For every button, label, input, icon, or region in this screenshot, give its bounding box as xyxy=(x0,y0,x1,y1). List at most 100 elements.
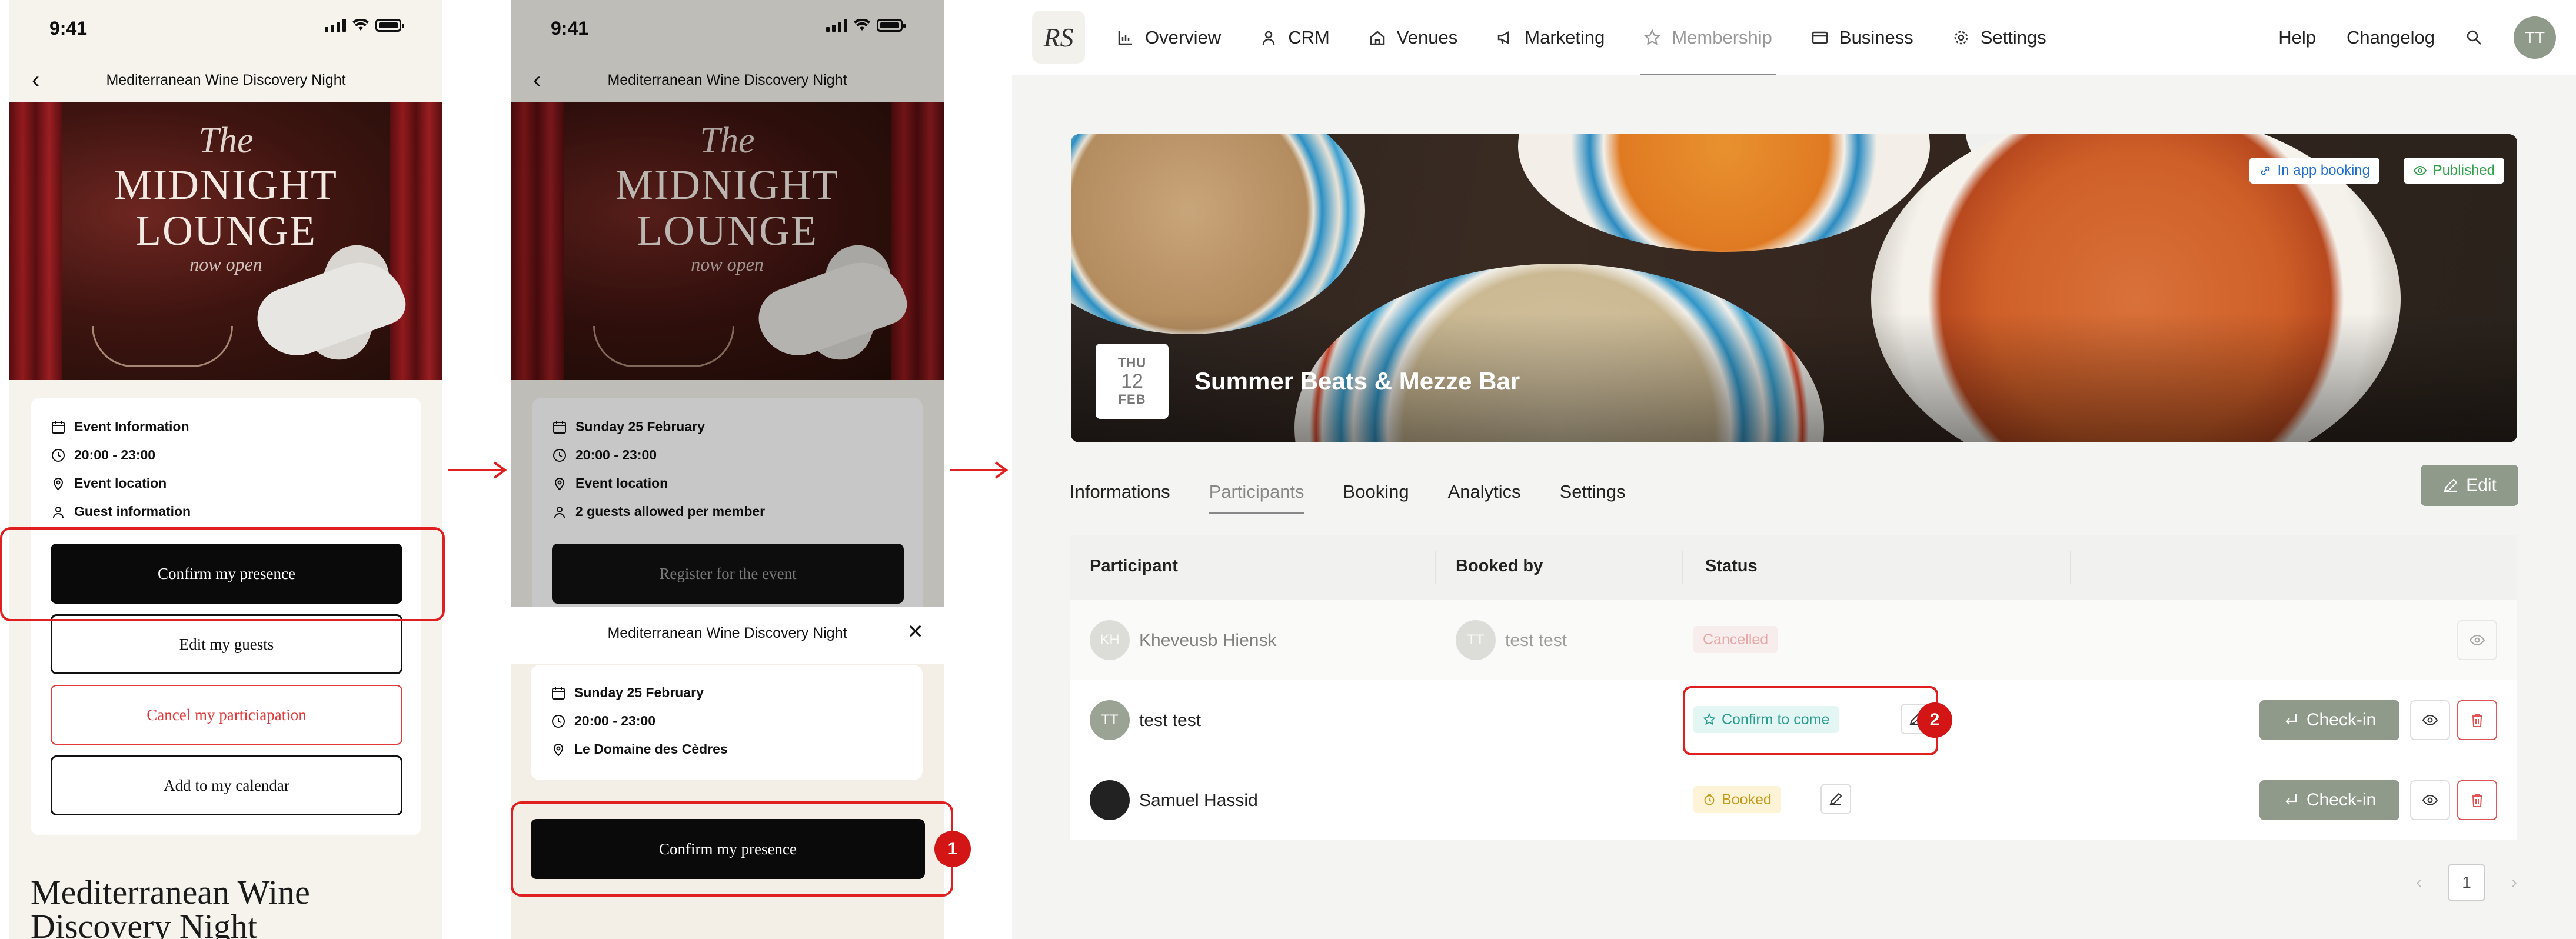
booked-by-name: test test xyxy=(1505,631,1567,650)
info-row-location: Event location xyxy=(51,475,167,491)
top-navbar: RS Overview CRM Venues Marketing Members… xyxy=(1012,0,2576,75)
sheet-title: Mediterranean Wine Discovery Night xyxy=(607,625,847,641)
edit-guests-button[interactable]: Edit my guests xyxy=(51,614,402,674)
link-icon xyxy=(2261,166,2269,175)
clock-icon xyxy=(551,714,566,729)
highlight-sheet-confirm xyxy=(511,801,953,897)
eye-icon xyxy=(2469,634,2485,646)
highlight-confirm-presence xyxy=(0,527,445,621)
nav-item-marketing[interactable]: Marketing xyxy=(1496,0,1605,75)
hero-logo-text: The MIDNIGHT LOUNGE now open xyxy=(114,121,338,275)
hourglass-icon xyxy=(1704,794,1715,805)
avatar: TT xyxy=(1456,620,1496,660)
cancel-participation-button[interactable]: Cancel my particiapation xyxy=(51,685,402,745)
info-row-time: 20:00 - 23:00 xyxy=(551,713,655,729)
column-header-booked-by: Booked by xyxy=(1456,557,1543,575)
eye-icon xyxy=(2422,794,2438,806)
user-avatar[interactable]: TT xyxy=(2514,16,2556,59)
view-button[interactable] xyxy=(2457,620,2497,660)
nav-right: Help Changelog TT xyxy=(2278,0,2556,75)
eye-icon xyxy=(2413,165,2427,176)
nav-item-settings[interactable]: Settings xyxy=(1952,0,2046,75)
nav-item-crm[interactable]: CRM xyxy=(1260,0,1330,75)
battery-icon xyxy=(375,19,404,32)
tab-informations[interactable]: Informations xyxy=(1070,470,1170,514)
nav-item-membership[interactable]: Membership xyxy=(1640,0,1776,75)
published-tag: Published xyxy=(2403,158,2504,184)
glass-decoration xyxy=(92,326,233,367)
edit-status-button[interactable] xyxy=(1820,784,1851,814)
add-to-calendar-button[interactable]: Add to my calendar xyxy=(51,755,402,815)
wallet-icon xyxy=(1812,31,1828,44)
check-in-button[interactable]: Check-in xyxy=(2259,780,2399,820)
trash-icon xyxy=(2472,714,2482,727)
enter-icon xyxy=(2285,794,2297,805)
status-bar: 9:41 xyxy=(9,0,442,59)
check-in-button[interactable]: Check-in xyxy=(2259,700,2399,740)
help-link[interactable]: Help xyxy=(2278,27,2316,48)
edit-event-button[interactable]: Edit xyxy=(2421,465,2518,506)
info-row-date: Sunday 25 February xyxy=(551,685,704,701)
changelog-link[interactable]: Changelog xyxy=(2347,27,2435,48)
nav-item-overview[interactable]: Overview xyxy=(1117,0,1221,75)
delete-button[interactable] xyxy=(2457,780,2497,820)
flow-arrow-icon xyxy=(950,461,1009,479)
clock-icon xyxy=(51,448,66,463)
phone-screen-register-sheet: 9:41 ‹ Mediterranean Wine Discovery Nigh… xyxy=(511,0,944,939)
nav-item-business[interactable]: Business xyxy=(1811,0,1913,75)
eye-icon xyxy=(2422,714,2438,726)
event-banner: In app booking Published THU 12 FEB Summ… xyxy=(1071,134,2517,442)
info-row-guests: Guest information xyxy=(51,504,191,520)
tab-analytics[interactable]: Analytics xyxy=(1448,470,1521,514)
wifi-icon xyxy=(352,19,369,31)
food-plate-image xyxy=(1071,134,1365,334)
next-page-icon[interactable]: › xyxy=(2511,873,2517,893)
status-time: 9:41 xyxy=(49,18,88,39)
view-button[interactable] xyxy=(2410,780,2450,820)
chart-icon xyxy=(1118,31,1132,45)
nav-item-venues[interactable]: Venues xyxy=(1369,0,1457,75)
info-row-date: Event Information xyxy=(51,419,189,435)
calendar-icon xyxy=(51,419,66,435)
tab-booking[interactable]: Booking xyxy=(1343,470,1409,514)
avatar: KH xyxy=(1090,620,1130,660)
step-badge-1: 1 xyxy=(934,831,971,867)
delete-button[interactable] xyxy=(2457,700,2497,740)
avatar: TT xyxy=(1090,700,1130,740)
pagination: ‹ 1 › xyxy=(2416,864,2517,901)
avatar xyxy=(1090,780,1130,820)
participant-name: Kheveusb Hiensk xyxy=(1139,631,1277,650)
table-row: KH Kheveusb Hiensk TT test test Cancelle… xyxy=(1070,600,2517,680)
search-icon[interactable] xyxy=(2465,29,2483,46)
pencil-icon xyxy=(1829,793,1842,805)
food-plate-image xyxy=(1518,134,1930,252)
previous-page-icon[interactable]: ‹ xyxy=(2416,873,2422,893)
flow-arrow-icon xyxy=(448,461,507,479)
brand-logo[interactable]: RS xyxy=(1032,11,1085,64)
participant-name: test test xyxy=(1139,711,1202,730)
main-nav: Overview CRM Venues Marketing Membership… xyxy=(1117,0,2046,75)
enter-icon xyxy=(2285,714,2297,725)
user-icon xyxy=(51,504,66,520)
status-badge: Cancelled xyxy=(1693,626,1778,653)
gear-icon xyxy=(1954,31,1968,45)
close-icon[interactable]: ✕ xyxy=(907,620,924,644)
sheet-info-card: Sunday 25 February 20:00 - 23:00 Le Doma… xyxy=(531,665,923,780)
view-button[interactable] xyxy=(2410,700,2450,740)
modal-backdrop[interactable] xyxy=(511,0,944,607)
event-title: Mediterranean Wine Discovery Night xyxy=(31,873,310,939)
location-pin-icon xyxy=(551,742,566,757)
trash-icon xyxy=(2472,794,2482,807)
page-number-button[interactable]: 1 xyxy=(2448,864,2485,901)
tab-participants[interactable]: Participants xyxy=(1209,470,1304,514)
nav-title: Mediterranean Wine Discovery Night xyxy=(106,72,346,88)
table-header: Participant Booked by Status xyxy=(1070,535,2517,600)
event-title: Summer Beats & Mezze Bar xyxy=(1194,367,1520,395)
signal-icon xyxy=(325,19,346,32)
event-date-badge: THU 12 FEB xyxy=(1096,344,1169,419)
table-row: Samuel Hassid Booked Check-in xyxy=(1070,760,2517,840)
user-icon xyxy=(1262,31,1275,45)
highlight-confirm-status xyxy=(1683,686,1938,755)
star-icon xyxy=(1644,29,1661,45)
tab-settings[interactable]: Settings xyxy=(1560,470,1626,514)
